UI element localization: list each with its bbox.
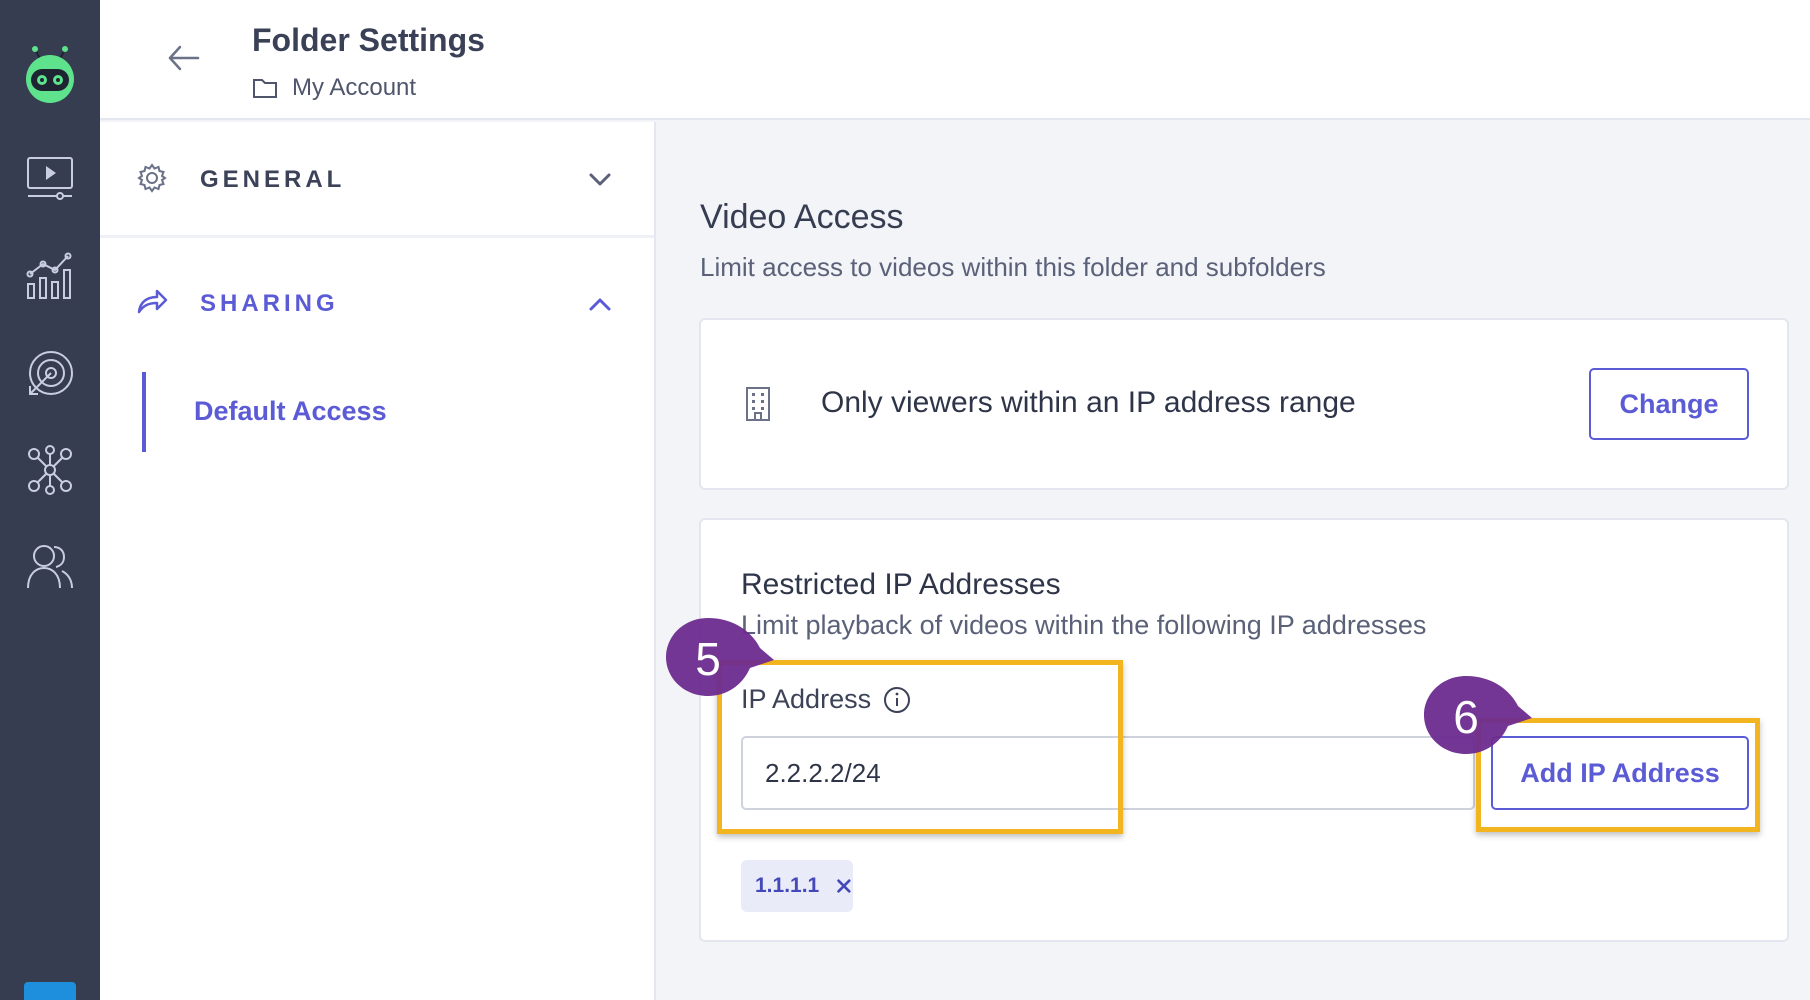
users-icon[interactable] — [24, 540, 76, 592]
folder-icon — [253, 79, 277, 98]
restricted-ip-title: Restricted IP Addresses — [741, 568, 1061, 601]
settings-sidebar: GENERAL SHARING Default Access — [100, 122, 656, 1000]
accordion-sharing-label: SHARING — [200, 290, 339, 317]
breadcrumb-folder: My Account — [292, 74, 417, 101]
share-arrow-icon — [137, 289, 168, 314]
sidebar-item-default-access[interactable]: Default Access — [142, 372, 622, 452]
access-setting-text: Only viewers within an IP address range — [821, 386, 1356, 419]
section-title: Video Access — [700, 198, 904, 236]
help-widget[interactable] — [24, 982, 76, 1000]
video-library-icon[interactable] — [24, 154, 76, 206]
chevron-up-icon[interactable] — [586, 290, 614, 318]
close-icon[interactable] — [835, 876, 853, 896]
change-button[interactable]: Change — [1589, 368, 1749, 440]
add-ip-address-button[interactable]: Add IP Address — [1491, 736, 1749, 810]
restricted-ip-card: Restricted IP Addresses Limit playback o… — [699, 518, 1789, 942]
building-icon — [746, 387, 770, 421]
accordion-general-label: GENERAL — [200, 166, 346, 193]
back-arrow-icon[interactable] — [166, 40, 202, 76]
logo-icon[interactable] — [23, 45, 77, 105]
breadcrumb[interactable]: My Account — [252, 72, 416, 104]
gear-icon — [137, 163, 167, 193]
integrations-icon[interactable] — [24, 444, 76, 496]
chevron-down-icon[interactable] — [586, 166, 614, 194]
page-header: Folder Settings My Account — [100, 0, 1810, 120]
sidebar-item-label: Default Access — [194, 396, 387, 426]
ip-address-input[interactable] — [741, 736, 1475, 810]
accordion-general[interactable]: GENERAL — [100, 122, 654, 238]
restricted-ip-subtitle: Limit playback of videos within the foll… — [741, 610, 1427, 640]
ip-address-chip-label: 1.1.1.1 — [755, 874, 820, 897]
page-title: Folder Settings — [252, 22, 485, 58]
section-subtitle: Limit access to videos within this folde… — [700, 252, 1326, 282]
ip-address-chip: 1.1.1.1 — [741, 860, 853, 912]
access-setting-card: Only viewers within an IP address range … — [699, 318, 1789, 490]
target-icon[interactable] — [24, 348, 76, 400]
ip-address-label: IP Address — [741, 684, 911, 715]
analytics-icon[interactable] — [24, 250, 76, 302]
info-icon[interactable] — [883, 686, 911, 714]
main-content: Video Access Limit access to videos with… — [658, 122, 1810, 1000]
accordion-sharing[interactable]: SHARING — [100, 246, 654, 362]
left-rail — [0, 0, 100, 1000]
ip-address-label-text: IP Address — [741, 684, 872, 714]
